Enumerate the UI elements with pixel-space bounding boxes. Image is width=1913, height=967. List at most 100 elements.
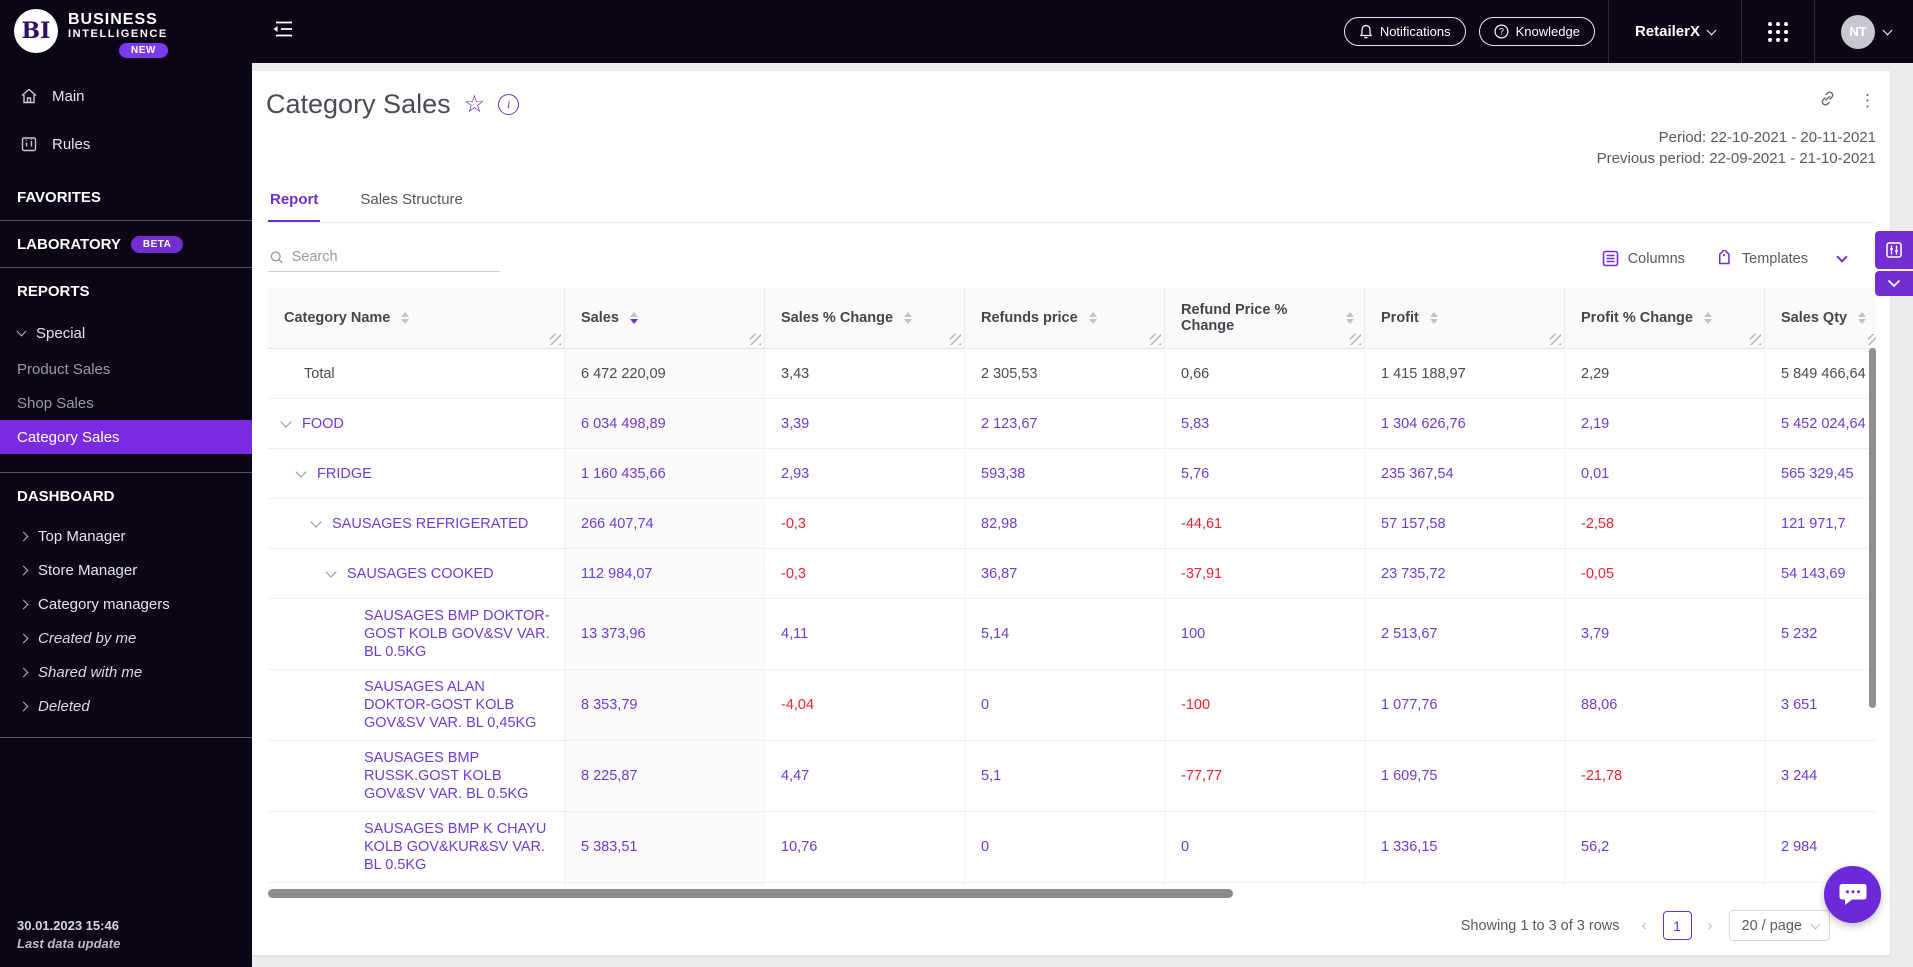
- sidebar-divider: [0, 737, 252, 738]
- vertical-scrollbar[interactable]: [1869, 348, 1876, 708]
- panel-collapse-button[interactable]: [1875, 271, 1913, 296]
- column-header-sales-change[interactable]: Sales % Change: [764, 288, 964, 348]
- cell-profit: 23 735,72: [1364, 549, 1564, 598]
- category-name-cell: SAUSAGES BMP KONSKAYA KOLB KON&SVIN VAR.…: [268, 883, 564, 887]
- expand-chevron-icon[interactable]: [295, 465, 307, 478]
- column-resize-handle[interactable]: [1550, 334, 1561, 345]
- sidebar-item-shop-sales[interactable]: Shop Sales: [0, 386, 252, 420]
- column-resize-handle[interactable]: [1150, 334, 1161, 345]
- table-row[interactable]: SAUSAGES REFRIGERATED 266 407,74 -0,3 82,98…: [268, 499, 1876, 549]
- horizontal-scrollbar-thumb[interactable]: [268, 889, 1233, 898]
- sidebar-item-special[interactable]: Special: [0, 314, 252, 352]
- cell-profit-change: -33,14: [1564, 883, 1764, 887]
- table-row[interactable]: SAUSAGES BMP KONSKAYA KOLB KON&SVIN VAR.…: [268, 883, 1876, 887]
- cell-profit-change: 88,06: [1564, 670, 1764, 740]
- cell-refunds-price: 0: [964, 812, 1164, 882]
- column-resize-handle[interactable]: [750, 334, 761, 345]
- info-icon[interactable]: i: [498, 94, 520, 115]
- column-resize-handle[interactable]: [950, 334, 961, 345]
- table-row[interactable]: Total 6 472 220,09 3,43 2 305,53 0,66 1 415 1…: [268, 349, 1876, 399]
- collapse-toolbar-chevron-icon[interactable]: [1836, 250, 1848, 263]
- content-background: Category Sales ☆ i ⋮ Period: 22-10-2021 …: [252, 63, 1913, 967]
- sort-carets-icon[interactable]: [1429, 312, 1438, 324]
- sidebar-item-product-sales[interactable]: Product Sales: [0, 352, 252, 386]
- expand-chevron-icon[interactable]: [280, 415, 292, 428]
- sidebar-item-category-sales[interactable]: Category Sales: [0, 420, 252, 454]
- expand-chevron-icon[interactable]: [325, 565, 337, 578]
- panel-settings-button[interactable]: [1875, 231, 1913, 269]
- sort-carets-icon[interactable]: [1703, 312, 1712, 324]
- column-resize-handle[interactable]: [1868, 334, 1876, 345]
- pagination-prev-button[interactable]: ‹: [1640, 917, 1649, 934]
- apps-grid-button[interactable]: [1742, 21, 1814, 42]
- sidebar-item-top-manager[interactable]: Top Manager: [0, 519, 252, 553]
- favorite-star-icon[interactable]: ☆: [464, 92, 486, 117]
- cell-refund-price-change: -37,91: [1164, 549, 1364, 598]
- cell-sales-change: 3,43: [764, 349, 964, 398]
- cell-refund-price-change: 5,76: [1164, 449, 1364, 498]
- table-row[interactable]: SAUSAGES COOKED 112 984,07 -0,3 36,87 -37,91…: [268, 549, 1876, 599]
- user-menu[interactable]: NT: [1815, 14, 1913, 49]
- templates-button[interactable]: Templates: [1715, 249, 1808, 268]
- sort-carets-icon[interactable]: [1088, 312, 1097, 324]
- search-input[interactable]: [291, 249, 498, 265]
- category-name-cell: SAUSAGES BMP RUSSK.GOST KOLB GOV&SV VAR.…: [268, 741, 564, 811]
- sidebar-item-main[interactable]: Main: [0, 72, 252, 120]
- section-laboratory[interactable]: LABORATORY BETA: [0, 221, 252, 267]
- new-badge: NEW: [119, 43, 168, 58]
- tab-report[interactable]: Report: [268, 183, 321, 222]
- column-header-category-name[interactable]: Category Name: [268, 288, 564, 348]
- sidebar-item-created-by-me[interactable]: Created by me: [0, 621, 252, 655]
- cell-refund-price-change: 0: [1164, 812, 1364, 882]
- tab-sales-structure[interactable]: Sales Structure: [358, 183, 465, 222]
- column-header-refund-price-change[interactable]: Refund Price % Change: [1164, 288, 1364, 348]
- cell-sales-change: -0,3: [764, 549, 964, 598]
- column-resize-handle[interactable]: [1750, 334, 1761, 345]
- sort-carets-icon[interactable]: [904, 312, 913, 324]
- sidebar-item-category-managers[interactable]: Category managers: [0, 587, 252, 621]
- sort-carets-icon[interactable]: [401, 312, 410, 324]
- cell-sales-change: 3,39: [764, 399, 964, 448]
- cell-profit: 1 304 626,76: [1364, 399, 1564, 448]
- page-size-select[interactable]: 20 / page: [1728, 910, 1830, 941]
- column-resize-handle[interactable]: [1350, 334, 1361, 345]
- category-name-cell: SAUSAGES BMP DOKTOR-GOST KOLB GOV&SV VAR…: [268, 599, 564, 669]
- columns-button[interactable]: Columns: [1602, 250, 1685, 267]
- cell-refund-price-change: -44,61: [1164, 499, 1364, 548]
- cell-refunds-price: 5,14: [964, 599, 1164, 669]
- column-header-profit[interactable]: Profit: [1364, 288, 1564, 348]
- pagination-next-button[interactable]: ›: [1706, 917, 1715, 934]
- sort-carets-icon[interactable]: [1858, 312, 1867, 324]
- expand-chevron-icon[interactable]: [310, 515, 322, 528]
- sidebar-item-deleted[interactable]: Deleted: [0, 689, 252, 723]
- table-row[interactable]: FOOD 6 034 498,89 3,39 2 123,67 5,83 1 304 62…: [268, 399, 1876, 449]
- knowledge-button[interactable]: ? Knowledge: [1478, 17, 1595, 46]
- chevron-right-icon: [18, 599, 29, 609]
- cell-refunds-price: 2 305,53: [964, 349, 1164, 398]
- sort-carets-icon[interactable]: [629, 312, 638, 324]
- more-options-button[interactable]: ⋮: [1859, 91, 1876, 111]
- table-row[interactable]: FRIDGE 1 160 435,66 2,93 593,38 5,76 235 367,…: [268, 449, 1876, 499]
- column-header-sales-qty[interactable]: Sales Qty: [1764, 288, 1876, 348]
- category-name-cell: FRIDGE: [268, 449, 564, 498]
- column-header-refunds-price[interactable]: Refunds price: [964, 288, 1164, 348]
- pagination-page-1[interactable]: 1: [1662, 911, 1692, 940]
- table-row[interactable]: SAUSAGES ALAN DOKTOR-GOST KOLB GOV&SV VA…: [268, 670, 1876, 741]
- cell-profit: 1 609,75: [1364, 741, 1564, 811]
- column-header-profit-change[interactable]: Profit % Change: [1564, 288, 1764, 348]
- sidebar-item-shared-with-me[interactable]: Shared with me: [0, 655, 252, 689]
- column-header-sales[interactable]: Sales: [564, 288, 764, 348]
- chat-fab-button[interactable]: [1824, 866, 1881, 923]
- share-link-button[interactable]: [1818, 89, 1837, 113]
- table-row[interactable]: SAUSAGES BMP K CHAYU KOLB GOV&KUR&SV VAR…: [268, 812, 1876, 883]
- table-row[interactable]: SAUSAGES BMP DOKTOR-GOST KOLB GOV&SV VAR…: [268, 599, 1876, 670]
- org-selector[interactable]: RetailerX: [1609, 23, 1741, 40]
- sidebar-item-rules[interactable]: Rules: [0, 120, 252, 168]
- sort-carets-icon[interactable]: [1346, 312, 1354, 324]
- column-resize-handle[interactable]: [550, 334, 561, 345]
- table-row[interactable]: SAUSAGES BMP RUSSK.GOST KOLB GOV&SV VAR.…: [268, 741, 1876, 812]
- sidebar-item-store-manager[interactable]: Store Manager: [0, 553, 252, 587]
- cell-sales-qty: 5 452 024,64: [1764, 399, 1876, 448]
- menu-fold-button[interactable]: [272, 19, 294, 44]
- notifications-button[interactable]: Notifications: [1343, 17, 1466, 46]
